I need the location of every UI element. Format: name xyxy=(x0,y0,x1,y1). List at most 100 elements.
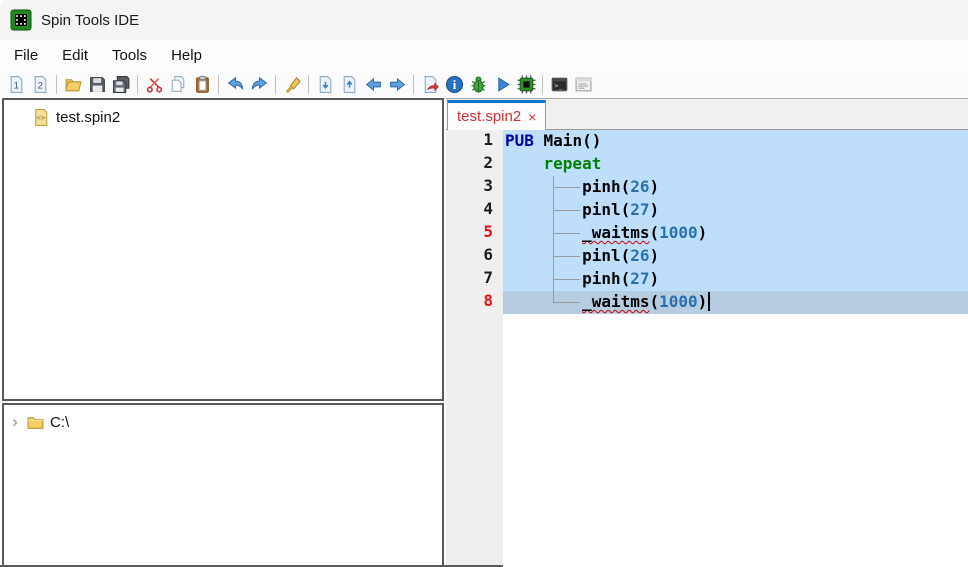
code-file-icon: <> xyxy=(32,108,51,127)
code-token: ) xyxy=(650,269,660,288)
menu-file[interactable]: File xyxy=(2,47,50,64)
line-number: 7 xyxy=(446,268,503,291)
code-line-3[interactable]: pinh(26) xyxy=(503,176,968,199)
svg-text:i: i xyxy=(452,78,456,92)
code-token: pinl xyxy=(582,200,621,219)
line-number: 1 xyxy=(446,130,503,153)
open-button[interactable] xyxy=(61,73,85,97)
console-icon xyxy=(574,75,593,94)
code-token: ) xyxy=(698,223,708,242)
page-up-icon xyxy=(340,75,359,94)
new-spin2-button[interactable]: 2 xyxy=(28,73,52,97)
redo-icon xyxy=(250,75,269,94)
line-number: 6 xyxy=(446,245,503,268)
upload-flash-button[interactable] xyxy=(514,73,538,97)
file-browser-panel: › C:\ xyxy=(2,403,444,565)
next-annotation-button[interactable] xyxy=(313,73,337,97)
paste-button[interactable] xyxy=(190,73,214,97)
code-token: repeat xyxy=(544,154,602,173)
undo-icon xyxy=(226,75,245,94)
clipboard-icon xyxy=(193,75,212,94)
format-source-button[interactable] xyxy=(280,73,304,97)
code-token: _waitms xyxy=(582,292,649,311)
toolbar-separator xyxy=(137,75,138,94)
arrow-right-icon xyxy=(388,75,407,94)
code-line-7[interactable]: pinh(27) xyxy=(503,268,968,291)
undo-button[interactable] xyxy=(223,73,247,97)
svg-text:>_: >_ xyxy=(554,82,563,90)
navigate-back-button[interactable] xyxy=(361,73,385,97)
code-token: 26 xyxy=(630,177,649,196)
file-tree-item-label: test.spin2 xyxy=(56,109,120,126)
console-button[interactable] xyxy=(571,73,595,97)
expand-chevron-icon[interactable]: › xyxy=(4,415,26,429)
copy-button[interactable] xyxy=(166,73,190,97)
menu-edit[interactable]: Edit xyxy=(50,47,100,64)
indent-guide-branch xyxy=(553,302,580,303)
menu-bar: FileEditToolsHelp xyxy=(0,40,968,71)
code-line-8[interactable]: _waitms(1000) xyxy=(503,291,968,314)
tab-test-spin2[interactable]: test.spin2 × xyxy=(447,100,546,130)
serial-terminal-button[interactable]: >_ xyxy=(547,73,571,97)
code-line-5[interactable]: _waitms(1000) xyxy=(503,222,968,245)
code-line-2[interactable]: repeat xyxy=(503,153,968,176)
code-token: ( xyxy=(621,200,631,219)
info-icon: i xyxy=(445,75,464,94)
tab-close-icon[interactable]: × xyxy=(528,109,536,125)
file-tree: <> test.spin2 xyxy=(4,105,442,129)
svg-text:2: 2 xyxy=(37,81,42,92)
redo-button[interactable] xyxy=(247,73,271,97)
app-logo-chip-icon xyxy=(10,9,32,31)
menu-help[interactable]: Help xyxy=(159,47,214,64)
toolbar: 1 2 i >_ xyxy=(0,71,968,98)
indent-guide-branch xyxy=(553,210,580,211)
svg-text:1: 1 xyxy=(13,81,18,92)
open-files-panel: <> test.spin2 xyxy=(2,98,444,401)
indent-guide-branch xyxy=(553,187,580,188)
code-token: PUB xyxy=(505,131,534,150)
save-all-button[interactable] xyxy=(109,73,133,97)
line-number: 8 xyxy=(446,291,503,314)
code-token: ) xyxy=(698,292,708,311)
bug-icon xyxy=(469,75,488,94)
toolbar-separator xyxy=(308,75,309,94)
copy-icon xyxy=(169,75,188,94)
folder-tree-item-label: C:\ xyxy=(50,414,69,431)
text-cursor xyxy=(708,292,710,311)
code-token: Main() xyxy=(534,131,601,150)
indent-guide-branch xyxy=(553,256,580,257)
previous-annotation-button[interactable] xyxy=(337,73,361,97)
code-line-4[interactable]: pinl(27) xyxy=(503,199,968,222)
brush-icon xyxy=(283,75,302,94)
code-line-6[interactable]: pinl(26) xyxy=(503,245,968,268)
line-number: 2 xyxy=(446,153,503,176)
page-down-icon xyxy=(316,75,335,94)
toolbar-separator xyxy=(56,75,57,94)
folder-tree-item[interactable]: › C:\ xyxy=(4,410,442,434)
code-line-1[interactable]: PUB Main() xyxy=(503,130,968,153)
editor-tab-bar: test.spin2 × xyxy=(446,98,968,130)
menu-tools[interactable]: Tools xyxy=(100,47,159,64)
code-token: pinh xyxy=(582,177,621,196)
show-info-button[interactable]: i xyxy=(442,73,466,97)
debug-button[interactable] xyxy=(466,73,490,97)
indent-guide-branch xyxy=(553,233,580,234)
scissors-icon xyxy=(145,75,164,94)
new-spin1-button[interactable]: 1 xyxy=(4,73,28,97)
arrow-left-icon xyxy=(364,75,383,94)
code-token: ) xyxy=(650,177,660,196)
navigate-forward-button[interactable] xyxy=(385,73,409,97)
toolbar-separator xyxy=(275,75,276,94)
upload-ram-button[interactable] xyxy=(490,73,514,97)
upload-source-button[interactable] xyxy=(418,73,442,97)
code-area[interactable]: PUB Main() repeat pinh(26) pinl(27) _wai… xyxy=(503,130,968,567)
save-button[interactable] xyxy=(85,73,109,97)
code-token: 27 xyxy=(630,269,649,288)
folder-tree: › C:\ xyxy=(4,410,442,434)
page2-icon: 2 xyxy=(31,75,50,94)
file-tree-item[interactable]: <> test.spin2 xyxy=(4,105,442,129)
code-editor[interactable]: 12345678 PUB Main() repeat pinh(26) pinl… xyxy=(446,130,968,567)
floppy-multi-icon xyxy=(112,75,131,94)
play-icon xyxy=(493,75,512,94)
cut-button[interactable] xyxy=(142,73,166,97)
